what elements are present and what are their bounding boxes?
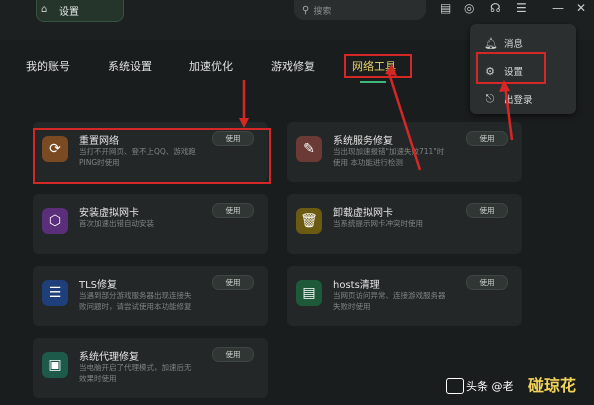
watermark-corner: 碰琼花 xyxy=(528,376,577,395)
watermark-logo xyxy=(446,378,464,394)
watermark-text: 头条 @老 xyxy=(466,380,514,393)
annotation-arrows xyxy=(239,64,514,171)
